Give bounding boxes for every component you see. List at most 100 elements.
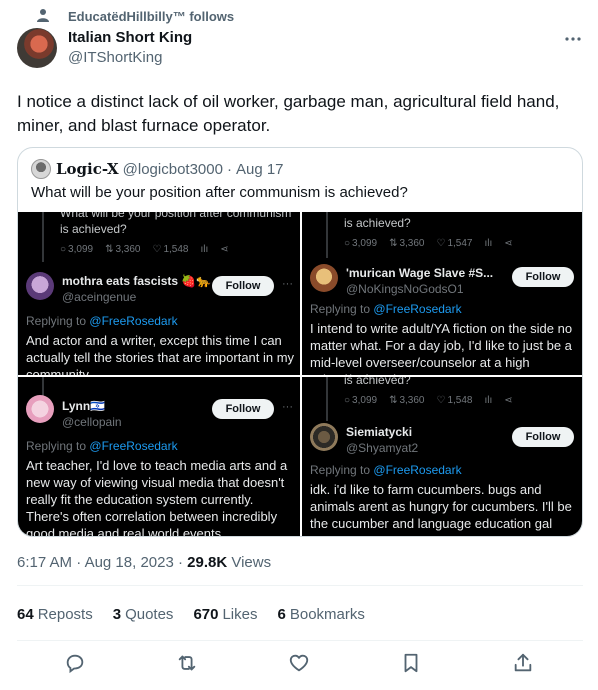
- views-icon: ılı: [484, 238, 493, 249]
- share-icon: ⋖: [504, 395, 513, 406]
- quotes-label: Quotes: [125, 606, 174, 623]
- panel-reposts-count: 3,360: [399, 238, 425, 249]
- replying-to-label: Replying to: [26, 314, 87, 328]
- repost-icon: ⇅: [105, 244, 114, 255]
- social-context-label[interactable]: EducatëdHillbilly™ follows: [68, 9, 234, 24]
- bookmark-button[interactable]: [400, 652, 424, 676]
- mention-link: @FreeRosedark: [89, 439, 178, 453]
- follow-button[interactable]: Follow: [212, 276, 274, 296]
- more-icon: [565, 37, 581, 41]
- quote-tweet-card[interactable]: Logic-X @logicbot3000 · Aug 17 What will…: [17, 147, 583, 537]
- bookmarks-label: Bookmarks: [289, 606, 365, 623]
- panel-top-text: is achieved?: [60, 222, 127, 236]
- quote-date: Aug 17: [235, 160, 284, 178]
- repost-icon: [178, 655, 196, 671]
- panel-replies-count: 3,099: [352, 238, 378, 249]
- quote-text: What will be your position after communi…: [31, 184, 408, 201]
- reposts-count: 64: [17, 606, 34, 623]
- tweet-date[interactable]: Aug 18, 2023: [85, 554, 174, 571]
- tweet-meta: 6:17 AM · Aug 18, 2023 · 29.8K Views: [17, 554, 271, 571]
- meta-separator: ·: [76, 554, 82, 571]
- replying-to: Replying to @FreeRosedark: [26, 439, 178, 453]
- replying-to-label: Replying to: [26, 439, 87, 453]
- views-icon: ılı: [484, 395, 493, 406]
- author-avatar[interactable]: [17, 28, 57, 68]
- panel-author-name: Lynn🇮🇱: [62, 399, 106, 413]
- repost-button[interactable]: [176, 652, 200, 676]
- action-bar: [0, 652, 598, 680]
- meta-separator: ·: [177, 554, 183, 571]
- panel-avatar: [26, 395, 54, 423]
- divider: [17, 640, 583, 641]
- repost-icon: ⇅: [389, 395, 398, 406]
- follow-button[interactable]: Follow: [512, 267, 574, 287]
- bookmarks-stat[interactable]: 6 Bookmarks: [278, 606, 365, 623]
- reply-icon: ○: [60, 244, 67, 255]
- panel-avatar: [310, 264, 338, 292]
- media-image-3[interactable]: Lynn🇮🇱 @cellopain Follow ··· Replying to…: [18, 377, 300, 536]
- quote-author-handle: @logicbot3000: [122, 160, 223, 178]
- panel-avatar: [310, 423, 338, 451]
- panel-author-name: Siemiatycki: [346, 425, 413, 439]
- media-image-4[interactable]: is achieved? ○ 3,099 ⇅ 3,360 ♡ 1,548 ılı ⋖ …: [302, 377, 582, 536]
- panel-replies-count: 3,099: [68, 244, 94, 255]
- like-icon: ♡: [152, 244, 162, 255]
- mention-link: @FreeRosedark: [373, 463, 462, 477]
- engagement-stats: 64 Reposts 3 Quotes 670 Likes 6 Bookmarks: [17, 606, 365, 623]
- quotes-stat[interactable]: 3 Quotes: [113, 606, 174, 623]
- like-button[interactable]: [288, 652, 312, 676]
- reply-icon: ○: [344, 395, 351, 406]
- mention-link: @FreeRosedark: [373, 302, 462, 316]
- panel-replies-count: 3,099: [352, 395, 378, 406]
- mention-link: @FreeRosedark: [89, 314, 178, 328]
- panel-stats: ○ 3,099 ⇅ 3,360 ♡ 1,548 ılı ⋖: [344, 395, 513, 406]
- thread-line: [326, 377, 328, 421]
- more-icon: ···: [282, 401, 293, 413]
- author-name[interactable]: Italian Short King: [68, 29, 192, 46]
- reposts-label: Reposts: [37, 606, 93, 623]
- more-button[interactable]: [562, 30, 584, 48]
- panel-likes-count: 1,548: [447, 395, 473, 406]
- thread-line: [42, 212, 44, 262]
- follow-button[interactable]: Follow: [212, 399, 274, 419]
- likes-label: Likes: [222, 606, 258, 623]
- repost-icon: ⇅: [389, 238, 398, 249]
- like-icon: ♡: [436, 395, 446, 406]
- share-icon: ⋖: [504, 238, 513, 249]
- likes-count: 670: [193, 606, 219, 623]
- quote-author-name: Logic-X: [56, 160, 119, 178]
- share-icon: ⋖: [220, 244, 229, 255]
- media-image-2[interactable]: is achieved? ○ 3,099 ⇅ 3,360 ♡ 1,547 ılı ⋖ …: [302, 212, 582, 375]
- reply-button[interactable]: [64, 652, 88, 676]
- bookmark-icon: [404, 653, 418, 673]
- panel-author-handle: @NoKingsNoGodsO1: [346, 282, 464, 296]
- like-icon: ♡: [436, 238, 446, 249]
- quotes-count: 3: [112, 606, 122, 623]
- like-icon: [289, 654, 309, 672]
- panel-body: I intend to write adult/YA fiction on th…: [310, 321, 573, 375]
- panel-likes-count: 1,547: [447, 238, 473, 249]
- follow-button[interactable]: Follow: [512, 427, 574, 447]
- share-button[interactable]: [512, 652, 536, 676]
- views-label: Views: [231, 554, 272, 571]
- reposts-stat[interactable]: 64 Reposts: [17, 606, 93, 623]
- media-image-1[interactable]: What will be your position after communi…: [18, 212, 300, 375]
- panel-author-name: mothra eats fascists 🍓🐆: [62, 274, 212, 288]
- panel-body: idk. i'd like to farm cucumbers. bugs an…: [310, 482, 572, 531]
- bookmarks-count: 6: [277, 606, 286, 623]
- quote-avatar: [31, 159, 51, 179]
- quote-separator: ·: [226, 160, 232, 178]
- tweet-text: I notice a distinct lack of oil worker, …: [17, 92, 560, 135]
- panel-top-text: is achieved?: [344, 377, 411, 387]
- author-handle[interactable]: @ITShortKing: [68, 49, 162, 66]
- replying-to: Replying to @FreeRosedark: [310, 302, 462, 316]
- likes-stat[interactable]: 670 Likes: [193, 606, 257, 623]
- panel-reposts-count: 3,360: [115, 244, 141, 255]
- panel-likes-count: 1,548: [163, 244, 189, 255]
- replying-to: Replying to @FreeRosedark: [310, 463, 462, 477]
- tweet-time[interactable]: 6:17 AM: [17, 554, 72, 571]
- replying-to-label: Replying to: [310, 463, 371, 477]
- panel-stats: ○ 3,099 ⇅ 3,360 ♡ 1,548 ılı ⋖: [60, 244, 229, 255]
- thread-line: [42, 377, 44, 397]
- replying-to-label: Replying to: [310, 302, 371, 316]
